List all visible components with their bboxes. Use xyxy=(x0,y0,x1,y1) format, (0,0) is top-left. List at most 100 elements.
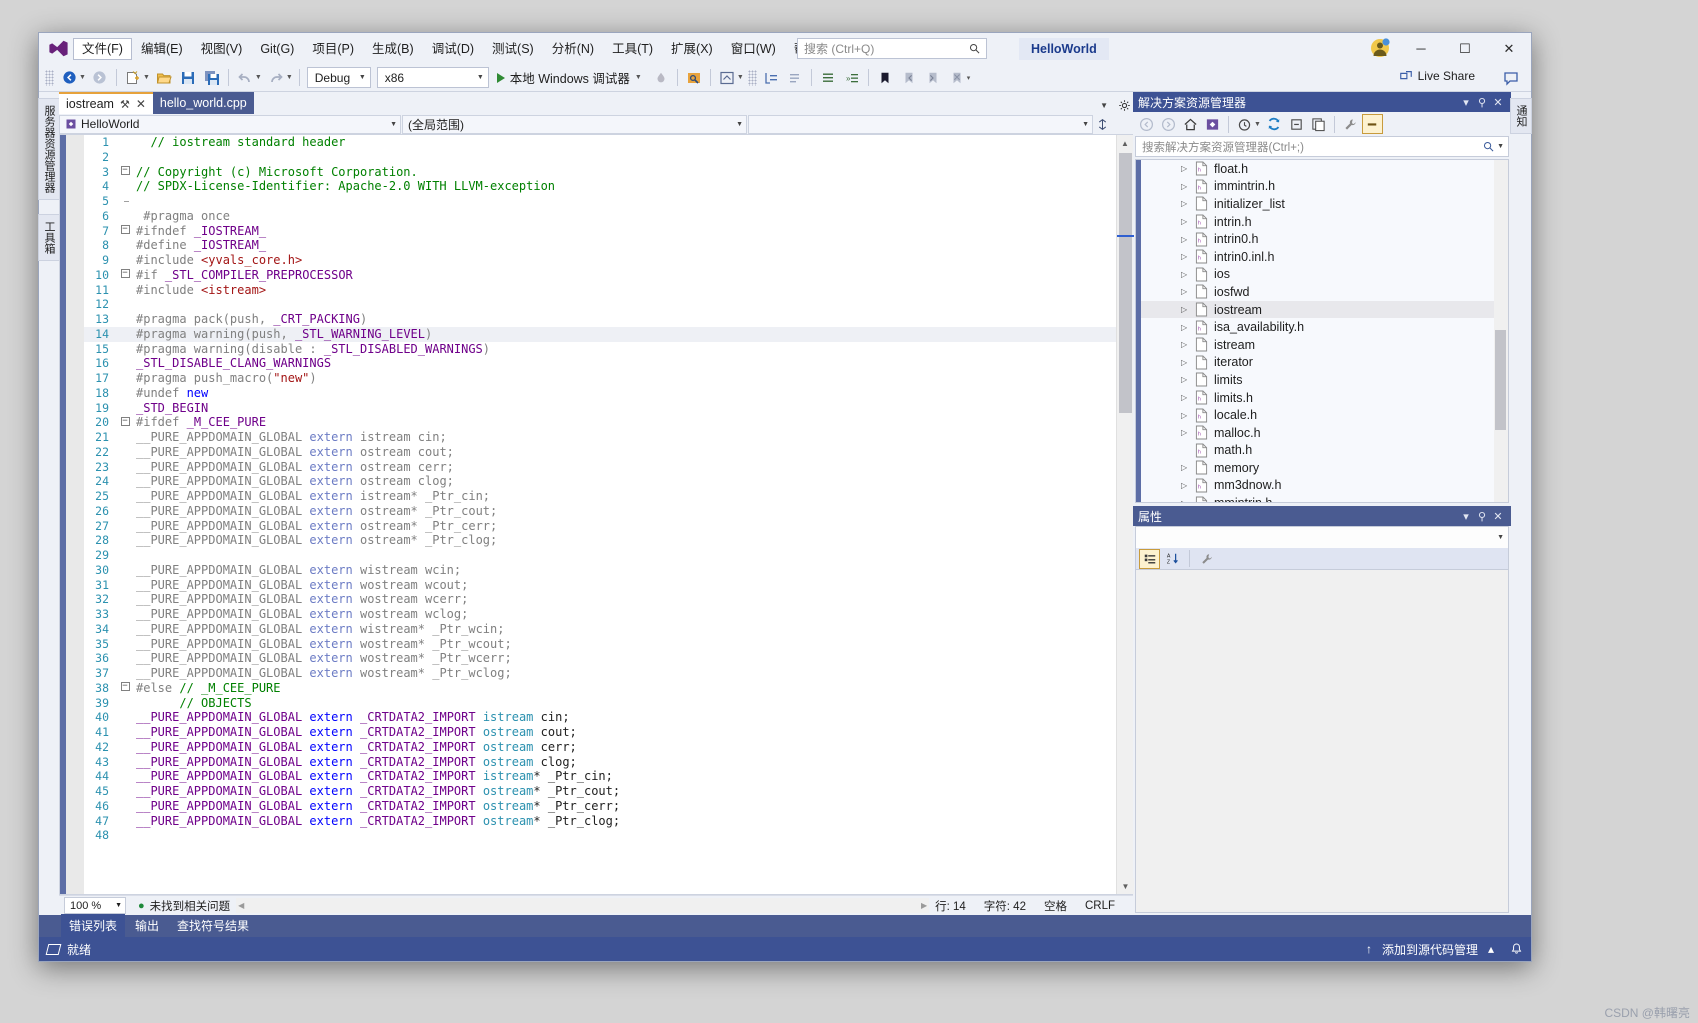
fold-margin[interactable]: − xyxy=(118,165,132,180)
fold-margin[interactable]: − xyxy=(118,415,132,430)
property-pages-button[interactable] xyxy=(1196,549,1217,569)
tree-item-isa-availability-h[interactable]: ▷ h isa_availability.h xyxy=(1141,318,1494,336)
code-line[interactable]: 37 __PURE_APPDOMAIN_GLOBAL extern wostrea… xyxy=(84,666,1116,681)
code-line[interactable]: 12 xyxy=(84,297,1116,312)
start-debugging-button[interactable]: 本地 Windows 调试器 ▼ xyxy=(492,68,649,87)
previous-bookmark-icon[interactable] xyxy=(898,67,920,89)
search-options-icon[interactable]: ▼ xyxy=(1497,143,1504,150)
toolbar-grip-2[interactable] xyxy=(747,69,757,86)
rail-tab-notifications[interactable]: 通知 xyxy=(1510,98,1532,134)
solution-explorer-tree[interactable]: ▷ h float.h ▷ h immintrin.h ▷ initializer_list ▷… xyxy=(1135,159,1509,503)
expand-arrow-icon[interactable]: ▷ xyxy=(1181,340,1195,349)
code-line[interactable]: 16 _STL_DISABLE_CLANG_WARNINGS xyxy=(84,356,1116,371)
collapse-all-button[interactable] xyxy=(1286,114,1307,134)
expand-arrow-icon[interactable]: ▷ xyxy=(1181,199,1195,208)
tree-item-locale-h[interactable]: ▷ h locale.h xyxy=(1141,406,1494,424)
code-line[interactable]: 13 #pragma pack(push, _CRT_PACKING) xyxy=(84,312,1116,327)
source-control-upload-icon[interactable]: ↑ xyxy=(1366,942,1372,956)
menu-item-10[interactable]: 扩展(X) xyxy=(662,38,722,60)
gear-icon[interactable] xyxy=(1118,99,1131,112)
code-line[interactable]: 21 __PURE_APPDOMAIN_GLOBAL extern istream… xyxy=(84,430,1116,445)
tree-item-mm3dnow-h[interactable]: ▷ h mm3dnow.h xyxy=(1141,477,1494,495)
tree-item-limits[interactable]: ▷ limits xyxy=(1141,371,1494,389)
code-line[interactable]: 38− #else // _M_CEE_PURE xyxy=(84,681,1116,696)
pane-dropdown-icon[interactable]: ▾ xyxy=(1458,96,1474,109)
expand-arrow-icon[interactable]: ▷ xyxy=(1181,217,1195,226)
code-line[interactable]: 24 __PURE_APPDOMAIN_GLOBAL extern ostream… xyxy=(84,474,1116,489)
expand-arrow-icon[interactable]: ▷ xyxy=(1181,411,1195,420)
tree-item-intrin0-inl-h[interactable]: ▷ h intrin0.inl.h xyxy=(1141,248,1494,266)
minimize-button[interactable]: ─ xyxy=(1399,33,1443,64)
tree-item-iterator[interactable]: ▷ iterator xyxy=(1141,354,1494,372)
code-line[interactable]: 6 #pragma once xyxy=(84,209,1116,224)
undo-dropdown-icon[interactable]: ▼ xyxy=(255,74,262,81)
back-button[interactable] xyxy=(1136,114,1157,134)
expand-arrow-icon[interactable]: ▷ xyxy=(1181,428,1195,437)
indentation-label[interactable]: 空格 xyxy=(1044,898,1067,914)
code-line[interactable]: 19 _STD_BEGIN xyxy=(84,401,1116,416)
new-project-button[interactable] xyxy=(122,67,144,89)
comment-selection-icon[interactable] xyxy=(784,67,806,89)
tree-item-initializer-list[interactable]: ▷ initializer_list xyxy=(1141,195,1494,213)
pending-changes-dropdown-icon[interactable]: ▼ xyxy=(1254,121,1261,128)
zoom-level-combo[interactable]: 100 % ▼ xyxy=(64,897,126,914)
navigate-backward-button[interactable] xyxy=(58,67,80,89)
categorized-view-button[interactable] xyxy=(1139,548,1160,569)
feedback-icon[interactable] xyxy=(1500,67,1522,89)
scroll-down-button[interactable]: ▼ xyxy=(1117,878,1134,894)
pane-close-icon[interactable]: ✕ xyxy=(1490,96,1506,109)
expand-arrow-icon[interactable]: ▷ xyxy=(1181,481,1195,490)
code-line[interactable]: 22 __PURE_APPDOMAIN_GLOBAL extern ostream… xyxy=(84,445,1116,460)
editor-tab-inactive[interactable]: hello_world.cpp xyxy=(152,92,254,114)
navigate-back-dropdown-icon[interactable]: ▼ xyxy=(79,74,86,81)
rail-tab-server-explorer[interactable]: 服务器资源管理器 xyxy=(38,98,60,200)
expand-arrow-icon[interactable]: ▷ xyxy=(1181,287,1195,296)
new-project-dropdown-icon[interactable]: ▼ xyxy=(143,74,150,81)
code-editor[interactable]: 1 // iostream standard header 2 3−// Copyr… xyxy=(59,134,1134,895)
tree-item-istream[interactable]: ▷ istream xyxy=(1141,336,1494,354)
tree-item-memory[interactable]: ▷ memory xyxy=(1141,459,1494,477)
preview-dropdown-icon[interactable]: ▼ xyxy=(737,74,744,81)
editor-tab-active[interactable]: iostream ⚒ ✕ xyxy=(59,92,153,114)
navigate-forward-button[interactable] xyxy=(89,67,111,89)
expand-arrow-icon[interactable]: ▷ xyxy=(1181,182,1195,191)
undo-button[interactable] xyxy=(234,67,256,89)
code-line[interactable]: 36 __PURE_APPDOMAIN_GLOBAL extern wostrea… xyxy=(84,651,1116,666)
project-scope-combo[interactable]: HelloWorld ▼ xyxy=(59,114,401,134)
tree-item-malloc-h[interactable]: ▷ h malloc.h xyxy=(1141,424,1494,442)
editor-horizontal-scrollbar[interactable]: ◀ ▶ xyxy=(236,898,930,913)
toggle-bookmark-icon[interactable] xyxy=(874,67,896,89)
code-line[interactable]: 14 #pragma warning(push, _STL_WARNING_LEV… xyxy=(84,326,1116,342)
clear-bookmarks-icon[interactable] xyxy=(946,67,968,89)
code-line[interactable]: 9 #include <yvals_core.h> xyxy=(84,253,1116,268)
menu-item-0[interactable]: 文件(F) xyxy=(73,37,132,60)
code-line[interactable]: 41 __PURE_APPDOMAIN_GLOBAL extern _CRTDAT… xyxy=(84,725,1116,740)
member-scope-combo[interactable]: (全局范围) ▼ xyxy=(402,114,747,134)
scroll-right-arrow-icon[interactable]: ▶ xyxy=(921,901,927,910)
tree-item-iosfwd[interactable]: ▷ iosfwd xyxy=(1141,283,1494,301)
search-input[interactable]: 搜索 (Ctrl+Q) xyxy=(797,38,987,59)
expand-arrow-icon[interactable]: ▷ xyxy=(1181,375,1195,384)
menu-item-8[interactable]: 分析(N) xyxy=(543,38,603,60)
fold-margin[interactable]: − xyxy=(118,681,132,696)
code-line[interactable]: 30 __PURE_APPDOMAIN_GLOBAL extern wistrea… xyxy=(84,563,1116,578)
solution-platform-combo[interactable]: x86 ▼ xyxy=(376,67,489,88)
code-line[interactable]: 7 − #ifndef _IOSTREAM_ xyxy=(84,224,1116,239)
tab-close-icon[interactable]: ✕ xyxy=(136,97,146,111)
properties-dropdown-icon[interactable]: ▾ xyxy=(1458,510,1474,523)
code-line[interactable]: 23 __PURE_APPDOMAIN_GLOBAL extern ostream… xyxy=(84,460,1116,475)
hot-reload-icon[interactable] xyxy=(650,67,672,89)
expand-arrow-icon[interactable]: ▷ xyxy=(1181,358,1195,367)
code-line[interactable]: 15 #pragma warning(disable : _STL_DISABLE… xyxy=(84,342,1116,357)
tab-list-dropdown-icon[interactable]: ▼ xyxy=(1100,101,1108,110)
code-line[interactable]: 39 // OBJECTS xyxy=(84,696,1116,711)
scroll-up-button[interactable]: ▲ xyxy=(1117,135,1133,151)
tree-item-intrin0-h[interactable]: ▷ h intrin0.h xyxy=(1141,230,1494,248)
account-avatar[interactable] xyxy=(1369,37,1391,59)
code-line[interactable]: 47 __PURE_APPDOMAIN_GLOBAL extern _CRTDAT… xyxy=(84,814,1116,829)
tree-item-iostream[interactable]: ▷ iostream xyxy=(1141,300,1494,319)
code-line[interactable]: 34 __PURE_APPDOMAIN_GLOBAL extern wistrea… xyxy=(84,622,1116,637)
save-button[interactable] xyxy=(177,67,199,89)
code-line[interactable]: 5 xyxy=(84,194,1116,209)
home-button[interactable] xyxy=(1180,114,1201,134)
